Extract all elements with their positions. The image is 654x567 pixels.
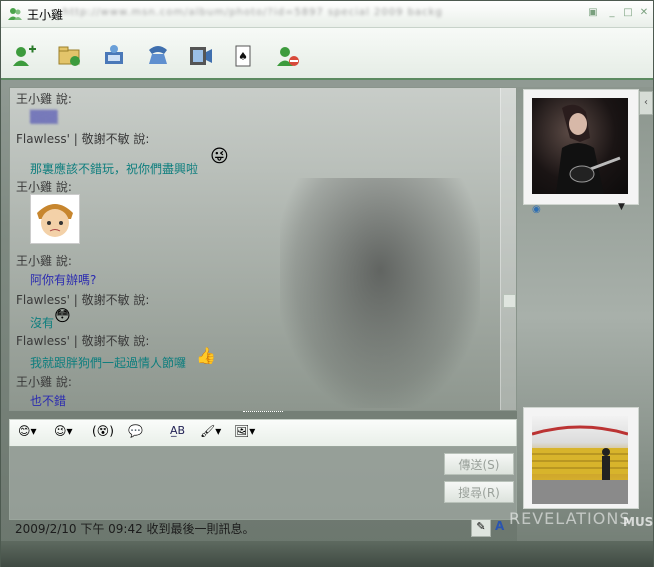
maximize-button[interactable]: □: [622, 7, 634, 19]
search-button[interactable]: 搜尋(R): [444, 481, 514, 503]
message-sender: 王小雞 說:: [16, 180, 72, 194]
webcam-icon[interactable]: [101, 44, 127, 68]
picture-options-chevron-down-icon[interactable]: ▼: [618, 202, 625, 212]
film-icon[interactable]: [187, 44, 213, 68]
stadium-photo-icon: [531, 425, 629, 504]
font-icon[interactable]: A̲B: [170, 424, 185, 442]
window-subtitle: http://www.msn.com/album/photo/?id=5897 …: [63, 7, 443, 18]
message-text: 那裏應該不錯玩，祝你們盡興啦: [30, 162, 199, 176]
title-bar: 王小雞 http://www.msn.com/album/photo/?id=5…: [1, 1, 653, 28]
svg-text:♠: ♠: [238, 50, 248, 63]
handwriting-mode-icon[interactable]: ✎: [471, 519, 491, 537]
card-game-icon[interactable]: ♠: [231, 44, 257, 68]
close-button[interactable]: ✕: [638, 7, 650, 19]
message-input[interactable]: [12, 449, 432, 517]
webcam-status-icon[interactable]: ◉: [532, 204, 541, 215]
contact-photo: [532, 98, 628, 194]
contact-display-picture[interactable]: [523, 89, 639, 205]
message-text: 也不錯: [30, 394, 67, 408]
window-bottom-border: [1, 541, 653, 567]
menu-icon[interactable]: ▣: [587, 7, 599, 19]
emoticon-icon[interactable]: 😊▾: [18, 424, 37, 442]
message-sender: Flawless' | 敬謝不敏 說:: [16, 334, 150, 348]
blushing-emoticon-icon: 😳: [54, 306, 71, 325]
sad-boy-icon: [37, 204, 73, 237]
guitarist-photo-icon: [556, 104, 621, 194]
custom-emoticon-image: [30, 194, 80, 244]
folder-send-icon[interactable]: [57, 44, 83, 68]
add-contact-icon[interactable]: [11, 44, 37, 68]
thumbs-up-emoticon-icon: 👍: [196, 346, 216, 365]
message-input-area[interactable]: 傳送(S) 搜尋(R): [9, 446, 517, 520]
conversation-scrollbar[interactable]: [500, 88, 516, 410]
background-icon[interactable]: 🖌▾: [200, 424, 221, 442]
message-text: 沒有: [30, 316, 55, 330]
formatting-toolbar: 😊▾ 😉▾ (😵) 💬 A̲B 🖌▾ 🖼▾: [9, 419, 517, 447]
own-photo: [531, 416, 629, 504]
message-sender: Flawless' | 敬謝不敏 說:: [16, 293, 150, 307]
action-toolbar: ♠: [1, 28, 653, 80]
conversation-history: 王小雞 說: ▒▒▒ Flawless' | 敬謝不敏 說: 那裏應該不錯玩，祝…: [9, 87, 517, 411]
phone-icon[interactable]: [145, 44, 171, 68]
chat-window: 王小雞 http://www.msn.com/album/photo/?id=5…: [0, 0, 654, 567]
block-contact-icon[interactable]: [275, 44, 301, 68]
send-button[interactable]: 傳送(S): [444, 453, 514, 475]
own-display-picture[interactable]: [523, 407, 639, 509]
message-sender: Flawless' | 敬謝不敏 說:: [16, 132, 150, 146]
message-text: 我就跟胖狗們一起過情人節囉: [30, 356, 187, 370]
wink-icon[interactable]: 😉▾: [54, 424, 73, 442]
handwriting-icon[interactable]: 🖼▾: [234, 424, 255, 442]
message-text: 阿你有辦嗎?: [30, 273, 97, 287]
voice-clip-icon[interactable]: 💬: [128, 424, 143, 442]
message-sender: 王小雞 說:: [16, 254, 72, 268]
message-text: ▒▒▒: [30, 110, 58, 124]
collapse-panel-button[interactable]: ‹: [639, 91, 653, 115]
revelations-watermark: REVELATIONS: [509, 509, 631, 528]
message-sender: 王小雞 說:: [16, 375, 72, 389]
window-title: 王小雞: [27, 8, 64, 22]
messenger-buddy-icon: [8, 8, 22, 20]
muse-logo-text: MUS: [623, 515, 654, 529]
pane-splitter[interactable]: [243, 411, 283, 416]
last-message-status: 2009/2/10 下午 09:42 收到最後一則訊息。: [15, 522, 255, 536]
guitar-emoticon-icon: 😜: [210, 146, 229, 167]
scrollbar-thumb[interactable]: [503, 294, 516, 308]
message-sender: 王小雞 說:: [16, 92, 72, 106]
band-photo-background: [280, 178, 480, 408]
nudge-icon[interactable]: (😵): [92, 424, 114, 442]
minimize-button[interactable]: _: [606, 7, 618, 19]
